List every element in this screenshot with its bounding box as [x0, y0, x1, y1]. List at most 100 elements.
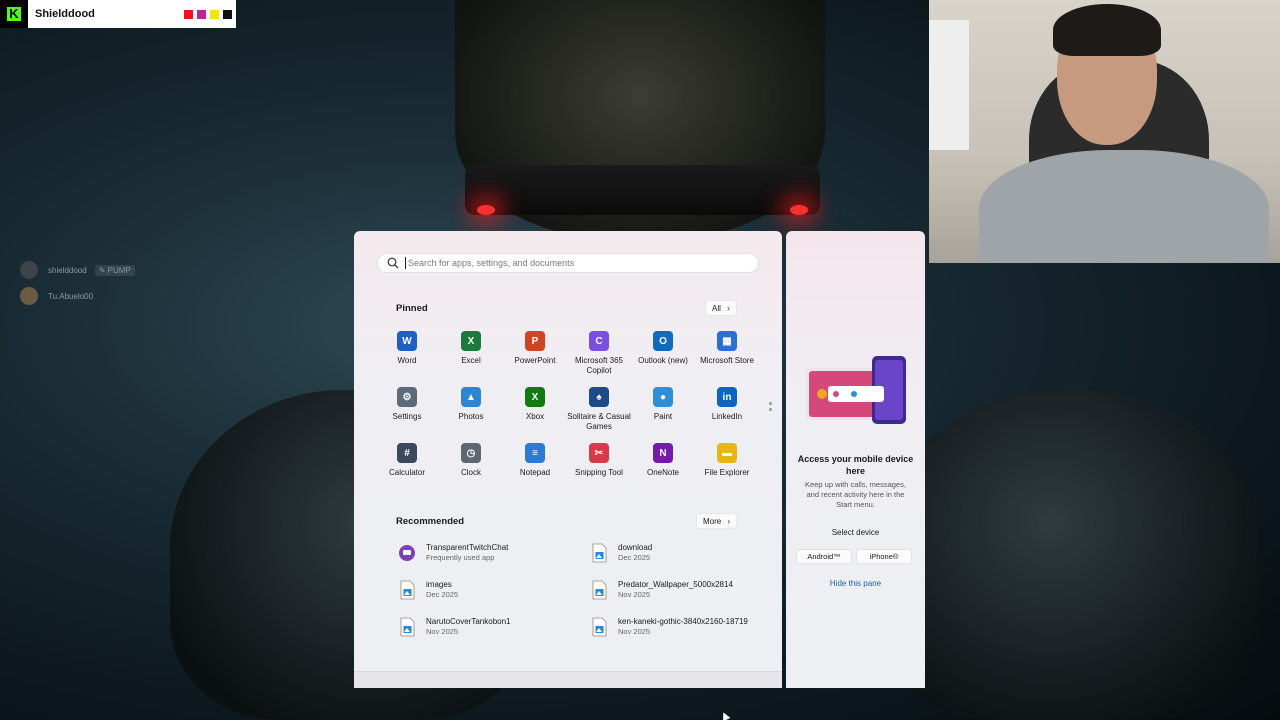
recommended-item-title: Predator_Wallpaper_5000x2814 — [618, 580, 733, 589]
gear-icon: ⚙ — [397, 387, 417, 407]
pinned-app-label: File Explorer — [704, 468, 750, 477]
pinned-app-label: Microsoft Store — [700, 356, 754, 365]
stream-header: K Shielddood — [0, 0, 236, 28]
chat-message: shielddood ✎ PUMP — [20, 261, 135, 279]
pinned-app-label: Word — [397, 356, 417, 365]
wallpaper-predator-head — [455, 0, 825, 240]
recommended-item-title: images — [426, 580, 452, 589]
recommended-item[interactable]: download Dec 2025 — [590, 543, 768, 563]
pinned-app-tile[interactable]: ▲ Photos — [439, 387, 503, 435]
all-apps-label: All — [712, 303, 721, 313]
pinned-app-tile[interactable]: ▬ File Explorer — [695, 443, 759, 491]
pinned-app-label: LinkedIn — [711, 412, 743, 421]
wallpaper-skull-right — [880, 390, 1260, 720]
pinned-app-tile[interactable]: in LinkedIn — [695, 387, 759, 435]
powerpoint-icon: P — [525, 331, 545, 351]
pinned-app-label: Xbox — [525, 412, 545, 421]
hide-pane-link[interactable]: Hide this pane — [796, 579, 915, 588]
image-file-icon — [400, 617, 415, 637]
recommended-item-subtitle: Dec 2025 — [426, 590, 459, 599]
copilot-icon: C — [589, 331, 609, 351]
pinned-app-tile[interactable]: C Microsoft 365 Copilot — [567, 331, 631, 379]
search-input[interactable] — [405, 257, 758, 269]
color-swatch — [184, 9, 193, 19]
recommended-item[interactable]: TransparentTwitchChat Frequently used app — [398, 543, 590, 563]
pinned-app-tile[interactable]: ◷ Clock — [439, 443, 503, 491]
image-file-icon — [400, 580, 415, 600]
pinned-app-tile[interactable]: ≡ Notepad — [503, 443, 567, 491]
recommended-item-subtitle: Dec 2025 — [618, 553, 651, 562]
chat-username: Tu.Abuelo00 — [48, 291, 94, 301]
recommended-item-subtitle: Nov 2025 — [426, 627, 459, 636]
recommended-item-title: download — [618, 543, 653, 552]
chat-message: Tu.Abuelo00 — [20, 287, 93, 305]
pinned-app-tile[interactable]: ▦ Microsoft Store — [695, 331, 759, 379]
start-menu: Pinned All › W Word X Excel P PowerPoint C Micr… — [354, 231, 782, 688]
recommended-item-subtitle: Nov 2025 — [618, 590, 651, 599]
recommended-item[interactable]: NarutoCoverTankobon1 Nov 2025 — [398, 617, 590, 637]
pinned-app-label: OneNote — [646, 468, 680, 477]
phone-pane-description: Keep up with calls, messages, and recent… — [805, 480, 906, 509]
pinned-app-tile[interactable]: X Xbox — [503, 387, 567, 435]
avatar — [20, 287, 38, 305]
excel-icon: X — [461, 331, 481, 351]
pinned-app-tile[interactable]: N OneNote — [631, 443, 695, 491]
search-icon — [387, 257, 399, 269]
pinned-app-tile[interactable]: X Excel — [439, 331, 503, 379]
recommended-item-subtitle: Frequently used app — [426, 553, 495, 562]
image-file-icon — [592, 543, 607, 563]
clock-icon: ◷ — [461, 443, 481, 463]
store-icon: ▦ — [717, 331, 737, 351]
image-file-icon — [592, 617, 607, 637]
pinned-app-label: PowerPoint — [514, 356, 556, 365]
pinned-app-tile[interactable]: P PowerPoint — [503, 331, 567, 379]
linkedin-icon: in — [717, 387, 737, 407]
pinned-app-label: Solitaire & Casual Games — [567, 412, 631, 431]
recommended-item-title: ken-kaneki-gothic-3840x2160-18719 — [618, 617, 748, 626]
snipping-tool-icon: ✂ — [589, 443, 609, 463]
image-file-icon — [592, 580, 607, 600]
pinned-app-tile[interactable]: # Calculator — [375, 443, 439, 491]
more-label: More — [703, 516, 722, 526]
outlook-icon: O — [653, 331, 673, 351]
avatar — [20, 261, 38, 279]
paint-icon: ● — [653, 387, 673, 407]
recommended-item-title: NarutoCoverTankobon1 — [426, 617, 511, 626]
color-swatch — [197, 9, 206, 19]
recommended-item[interactable]: ken-kaneki-gothic-3840x2160-18719 Nov 202… — [590, 617, 768, 637]
pinned-app-label: Snipping Tool — [575, 468, 623, 477]
start-user-bar[interactable] — [354, 671, 782, 688]
pinned-app-tile[interactable]: ✂ Snipping Tool — [567, 443, 631, 491]
solitaire-icon: ♠ — [589, 387, 609, 407]
all-apps-button[interactable]: All › — [705, 300, 737, 316]
pinned-app-label: Settings — [392, 412, 422, 421]
phone-link-illustration — [806, 356, 906, 424]
more-button[interactable]: More › — [696, 513, 738, 529]
pinned-app-tile[interactable]: ♠ Solitaire & Casual Games — [567, 387, 631, 435]
pinned-app-label: Calculator — [388, 468, 425, 477]
select-device-label: Select device — [831, 528, 880, 537]
pinned-app-tile[interactable]: ● Paint — [631, 387, 695, 435]
word-icon: W — [397, 331, 417, 351]
chat-badge: ✎ PUMP — [94, 264, 135, 276]
pinned-apps-grid: W Word X Excel P PowerPoint C Microsoft 365 Cop… — [375, 331, 767, 491]
kick-logo-icon: K — [0, 0, 28, 28]
pinned-app-tile[interactable]: O Outlook (new) — [631, 331, 695, 379]
recommended-item[interactable]: images Dec 2025 — [398, 580, 590, 600]
android-button[interactable]: Android™ — [796, 549, 852, 564]
webcam-feed — [929, 0, 1280, 263]
chat-username: shielddood — [48, 265, 87, 275]
pinned-pager[interactable] — [769, 402, 772, 414]
iphone-button[interactable]: iPhone® — [856, 549, 912, 564]
search-box[interactable] — [377, 253, 759, 273]
recommended-title: Recommended — [396, 516, 465, 527]
wallpaper-predator-band — [465, 165, 820, 215]
chevron-right-icon: › — [726, 303, 730, 313]
pinned-app-label: Outlook (new) — [638, 356, 688, 365]
pinned-app-tile[interactable]: W Word — [375, 331, 439, 379]
pinned-app-tile[interactable]: ⚙ Settings — [375, 387, 439, 435]
pinned-app-label: Paint — [653, 412, 673, 421]
recommended-item[interactable]: Predator_Wallpaper_5000x2814 Nov 2025 — [590, 580, 768, 600]
notepad-icon: ≡ — [525, 443, 545, 463]
phone-pane-title: Access your mobile device here — [797, 454, 914, 476]
